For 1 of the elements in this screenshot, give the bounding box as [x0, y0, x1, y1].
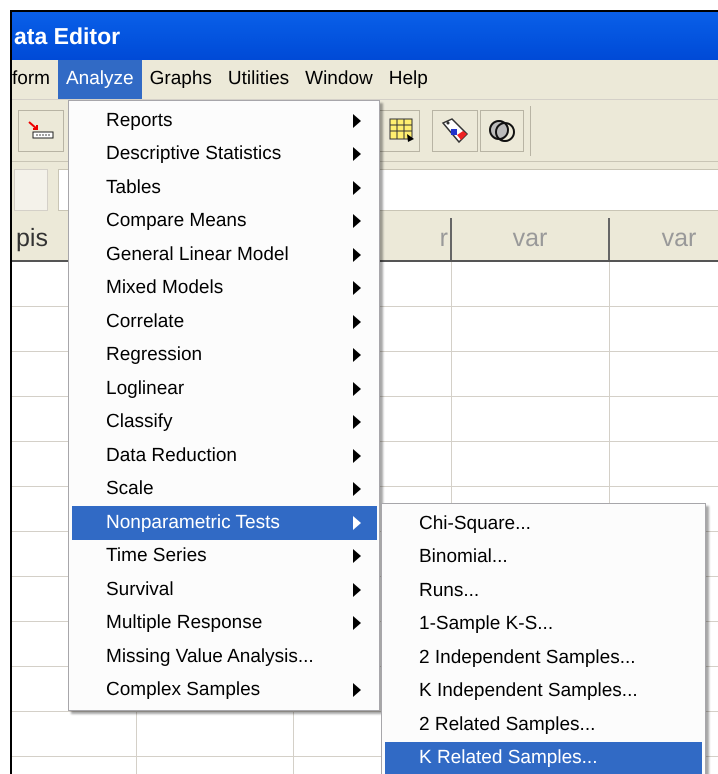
window-title: ata Editor: [14, 22, 120, 51]
